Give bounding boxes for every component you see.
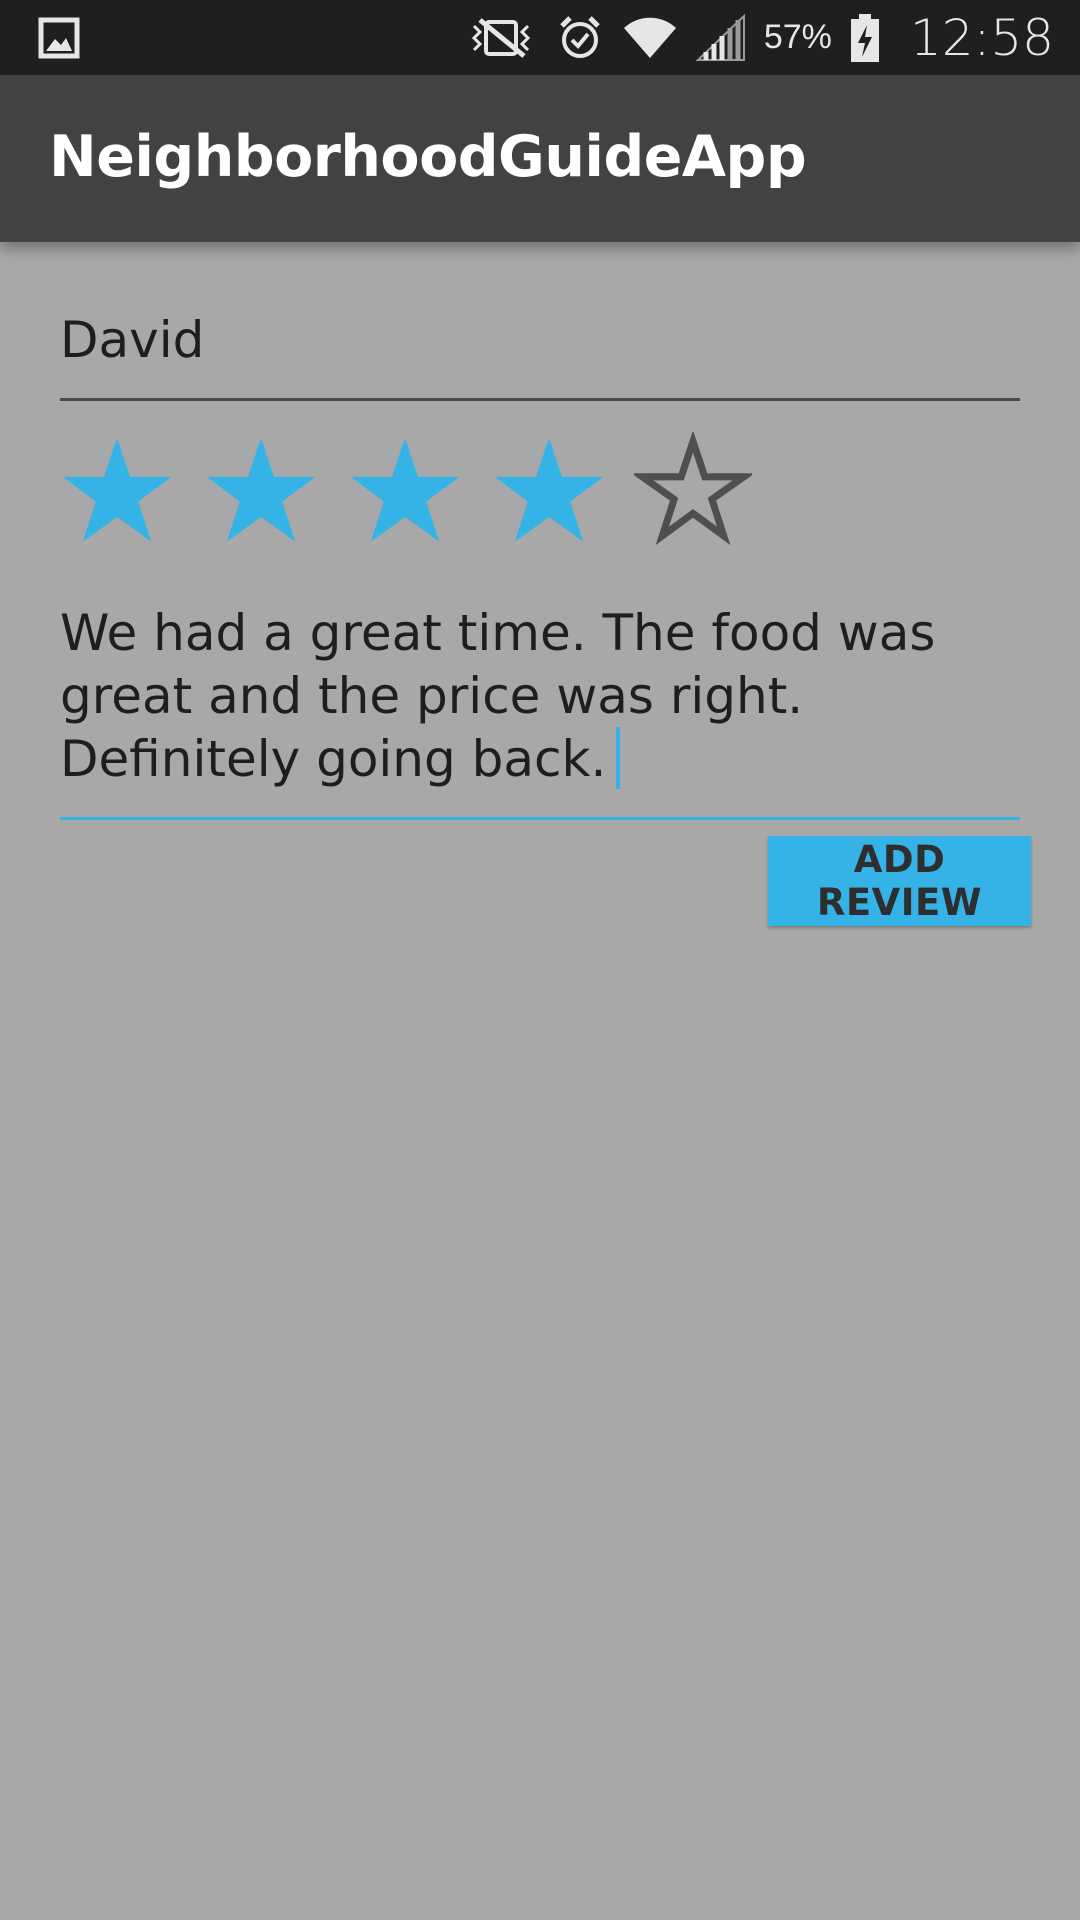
vibrate-mute-icon xyxy=(471,17,530,58)
star-icon-2[interactable] xyxy=(202,432,320,550)
app-bar: NeighborhoodGuideApp xyxy=(0,75,1080,242)
signal-icon xyxy=(695,13,745,61)
battery-charging-icon xyxy=(850,13,879,62)
review-input[interactable]: We had a great time. The food was great … xyxy=(60,602,1020,820)
alarm-icon xyxy=(560,15,600,58)
star-rating[interactable] xyxy=(58,432,752,550)
star-outline-icon-5[interactable] xyxy=(634,432,752,550)
star-icon-3[interactable] xyxy=(346,432,464,550)
review-input-value: We had a great time. The food was great … xyxy=(60,602,1020,791)
status-icons: 57% 12:58 xyxy=(466,0,1054,75)
wifi-icon xyxy=(623,17,676,58)
add-review-button[interactable]: ADD REVIEW xyxy=(768,836,1031,926)
text-cursor xyxy=(616,726,621,789)
name-input-value: David xyxy=(60,311,205,369)
name-input[interactable]: David xyxy=(60,310,1020,401)
status-bar: 57% 12:58 xyxy=(0,0,1080,75)
app-title: NeighborhoodGuideApp xyxy=(49,124,807,190)
clock: 12:58 xyxy=(909,8,1054,67)
review-text: We had a great time. The food was great … xyxy=(60,604,936,788)
star-icon-4[interactable] xyxy=(490,432,608,550)
review-form: David We had a great time. The food was … xyxy=(0,242,1080,1920)
battery-percent: 57% xyxy=(763,18,832,56)
star-icon-1[interactable] xyxy=(58,432,176,550)
gallery-icon xyxy=(38,17,80,59)
